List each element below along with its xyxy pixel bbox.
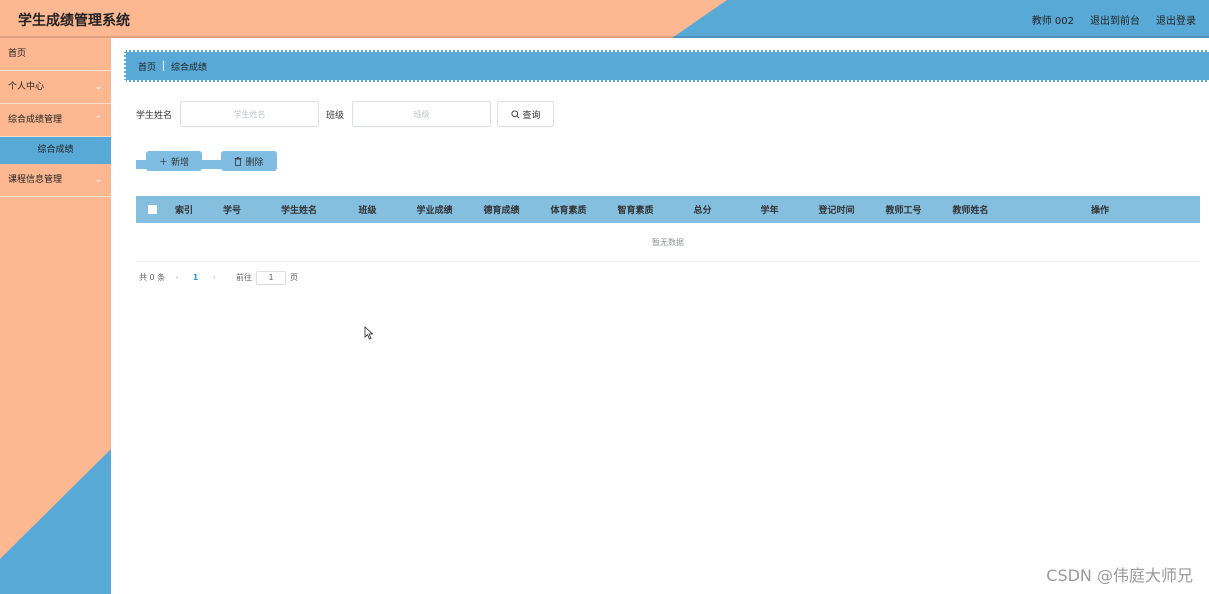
column-header: 登记时间 xyxy=(818,206,855,216)
empty-table-message: 暂无数据 xyxy=(136,223,1200,262)
total-count: 共 0 条 xyxy=(139,273,166,282)
breadcrumb-current: 综合成绩 xyxy=(171,62,208,73)
sidebar-item-label: 首页 xyxy=(8,49,27,59)
sidebar-subitem-composite-score[interactable]: 综合成绩 xyxy=(0,137,111,164)
column-header: 学号 xyxy=(222,206,241,216)
chevron-down-icon: ⌄ xyxy=(94,82,102,92)
header-peach-band xyxy=(0,0,727,38)
goto-label: 前往 xyxy=(235,273,252,282)
sidebar-item-score-management[interactable]: 综合成绩管理 ⌃ xyxy=(0,104,111,137)
student-name-input[interactable] xyxy=(180,101,320,127)
plus-icon: ＋ xyxy=(158,157,168,168)
breadcrumb-home[interactable]: 首页 xyxy=(138,60,156,73)
prev-page-icon[interactable]: ‹ xyxy=(175,273,179,283)
header-links: 教师 002 退出到前台 退出登录 xyxy=(1032,12,1196,27)
student-name-label: 学生姓名 xyxy=(136,110,173,121)
column-header: 教师姓名 xyxy=(952,206,989,216)
mouse-cursor-icon xyxy=(364,326,374,340)
column-header: 学业成绩 xyxy=(416,206,453,216)
current-page[interactable]: 1 xyxy=(193,273,199,282)
sidebar: 首页 个人中心 ⌄ 综合成绩管理 ⌃ 综合成绩 课程信息管理 ⌄ xyxy=(0,38,111,594)
watermark: CSDN @伟庭大师兄 xyxy=(1046,566,1193,585)
class-label: 班级 xyxy=(326,110,345,121)
exit-to-front-link[interactable]: 退出到前台 xyxy=(1090,12,1140,27)
sidebar-item-home[interactable]: 首页 xyxy=(0,38,111,71)
add-button-label: 新增 xyxy=(171,157,190,168)
sidebar-item-label: 个人中心 xyxy=(8,82,45,92)
column-header: 教师工号 xyxy=(885,206,922,216)
goto-page-input[interactable] xyxy=(255,270,286,285)
trash-icon xyxy=(234,156,242,166)
class-input[interactable] xyxy=(352,101,492,127)
next-page-icon[interactable]: › xyxy=(212,273,216,283)
app-title: 学生成绩管理系统 xyxy=(18,13,130,29)
column-header: 总分 xyxy=(693,206,712,216)
column-header: 学生姓名 xyxy=(280,206,317,216)
column-header: 操作 xyxy=(1090,206,1109,216)
add-button[interactable]: ＋ 新增 xyxy=(146,151,202,171)
sidebar-item-label: 综合成绩管理 xyxy=(8,115,63,125)
column-header: 班级 xyxy=(358,206,377,216)
column-header: 德育成绩 xyxy=(483,206,520,216)
column-header: 学年 xyxy=(760,206,779,216)
column-header: 索引 xyxy=(174,206,193,216)
breadcrumb: 首页 综合成绩 xyxy=(124,50,1209,82)
current-user: 教师 002 xyxy=(1031,16,1074,27)
chevron-up-icon: ⌃ xyxy=(94,115,102,125)
select-all-checkbox[interactable] xyxy=(147,205,157,214)
breadcrumb-separator xyxy=(163,61,165,71)
delete-button-label: 删除 xyxy=(245,157,264,168)
sidebar-item-course-management[interactable]: 课程信息管理 ⌄ xyxy=(0,164,111,197)
delete-button[interactable]: 删除 xyxy=(221,151,277,171)
sidebar-item-personal-center[interactable]: 个人中心 ⌄ xyxy=(0,71,111,104)
query-button-label: 查询 xyxy=(522,110,541,121)
page-suffix: 页 xyxy=(289,273,298,282)
sidebar-decor-triangle xyxy=(0,449,111,594)
score-table: 索引 学号 学生姓名 班级 学业成绩 德育成绩 体育素质 智育素质 总分 学年 … xyxy=(136,196,1200,262)
top-header: 学生成绩管理系统 教师 002 退出到前台 退出登录 xyxy=(0,0,1209,38)
query-button[interactable]: 查询 xyxy=(497,101,555,127)
select-all-cell xyxy=(136,205,168,214)
search-form: 学生姓名 班级 查询 xyxy=(136,101,555,127)
table-header: 索引 学号 学生姓名 班级 学业成绩 德育成绩 体育素质 智育素质 总分 学年 … xyxy=(136,196,1200,223)
chevron-down-icon: ⌄ xyxy=(94,175,102,185)
column-header: 体育素质 xyxy=(550,206,587,216)
search-icon xyxy=(510,109,519,118)
logout-link[interactable]: 退出登录 xyxy=(1156,12,1196,27)
pagination: 共 0 条 ‹ 1 › 前往 页 xyxy=(139,270,298,285)
column-header: 智育素质 xyxy=(617,206,654,216)
sidebar-item-label: 课程信息管理 xyxy=(8,175,63,185)
